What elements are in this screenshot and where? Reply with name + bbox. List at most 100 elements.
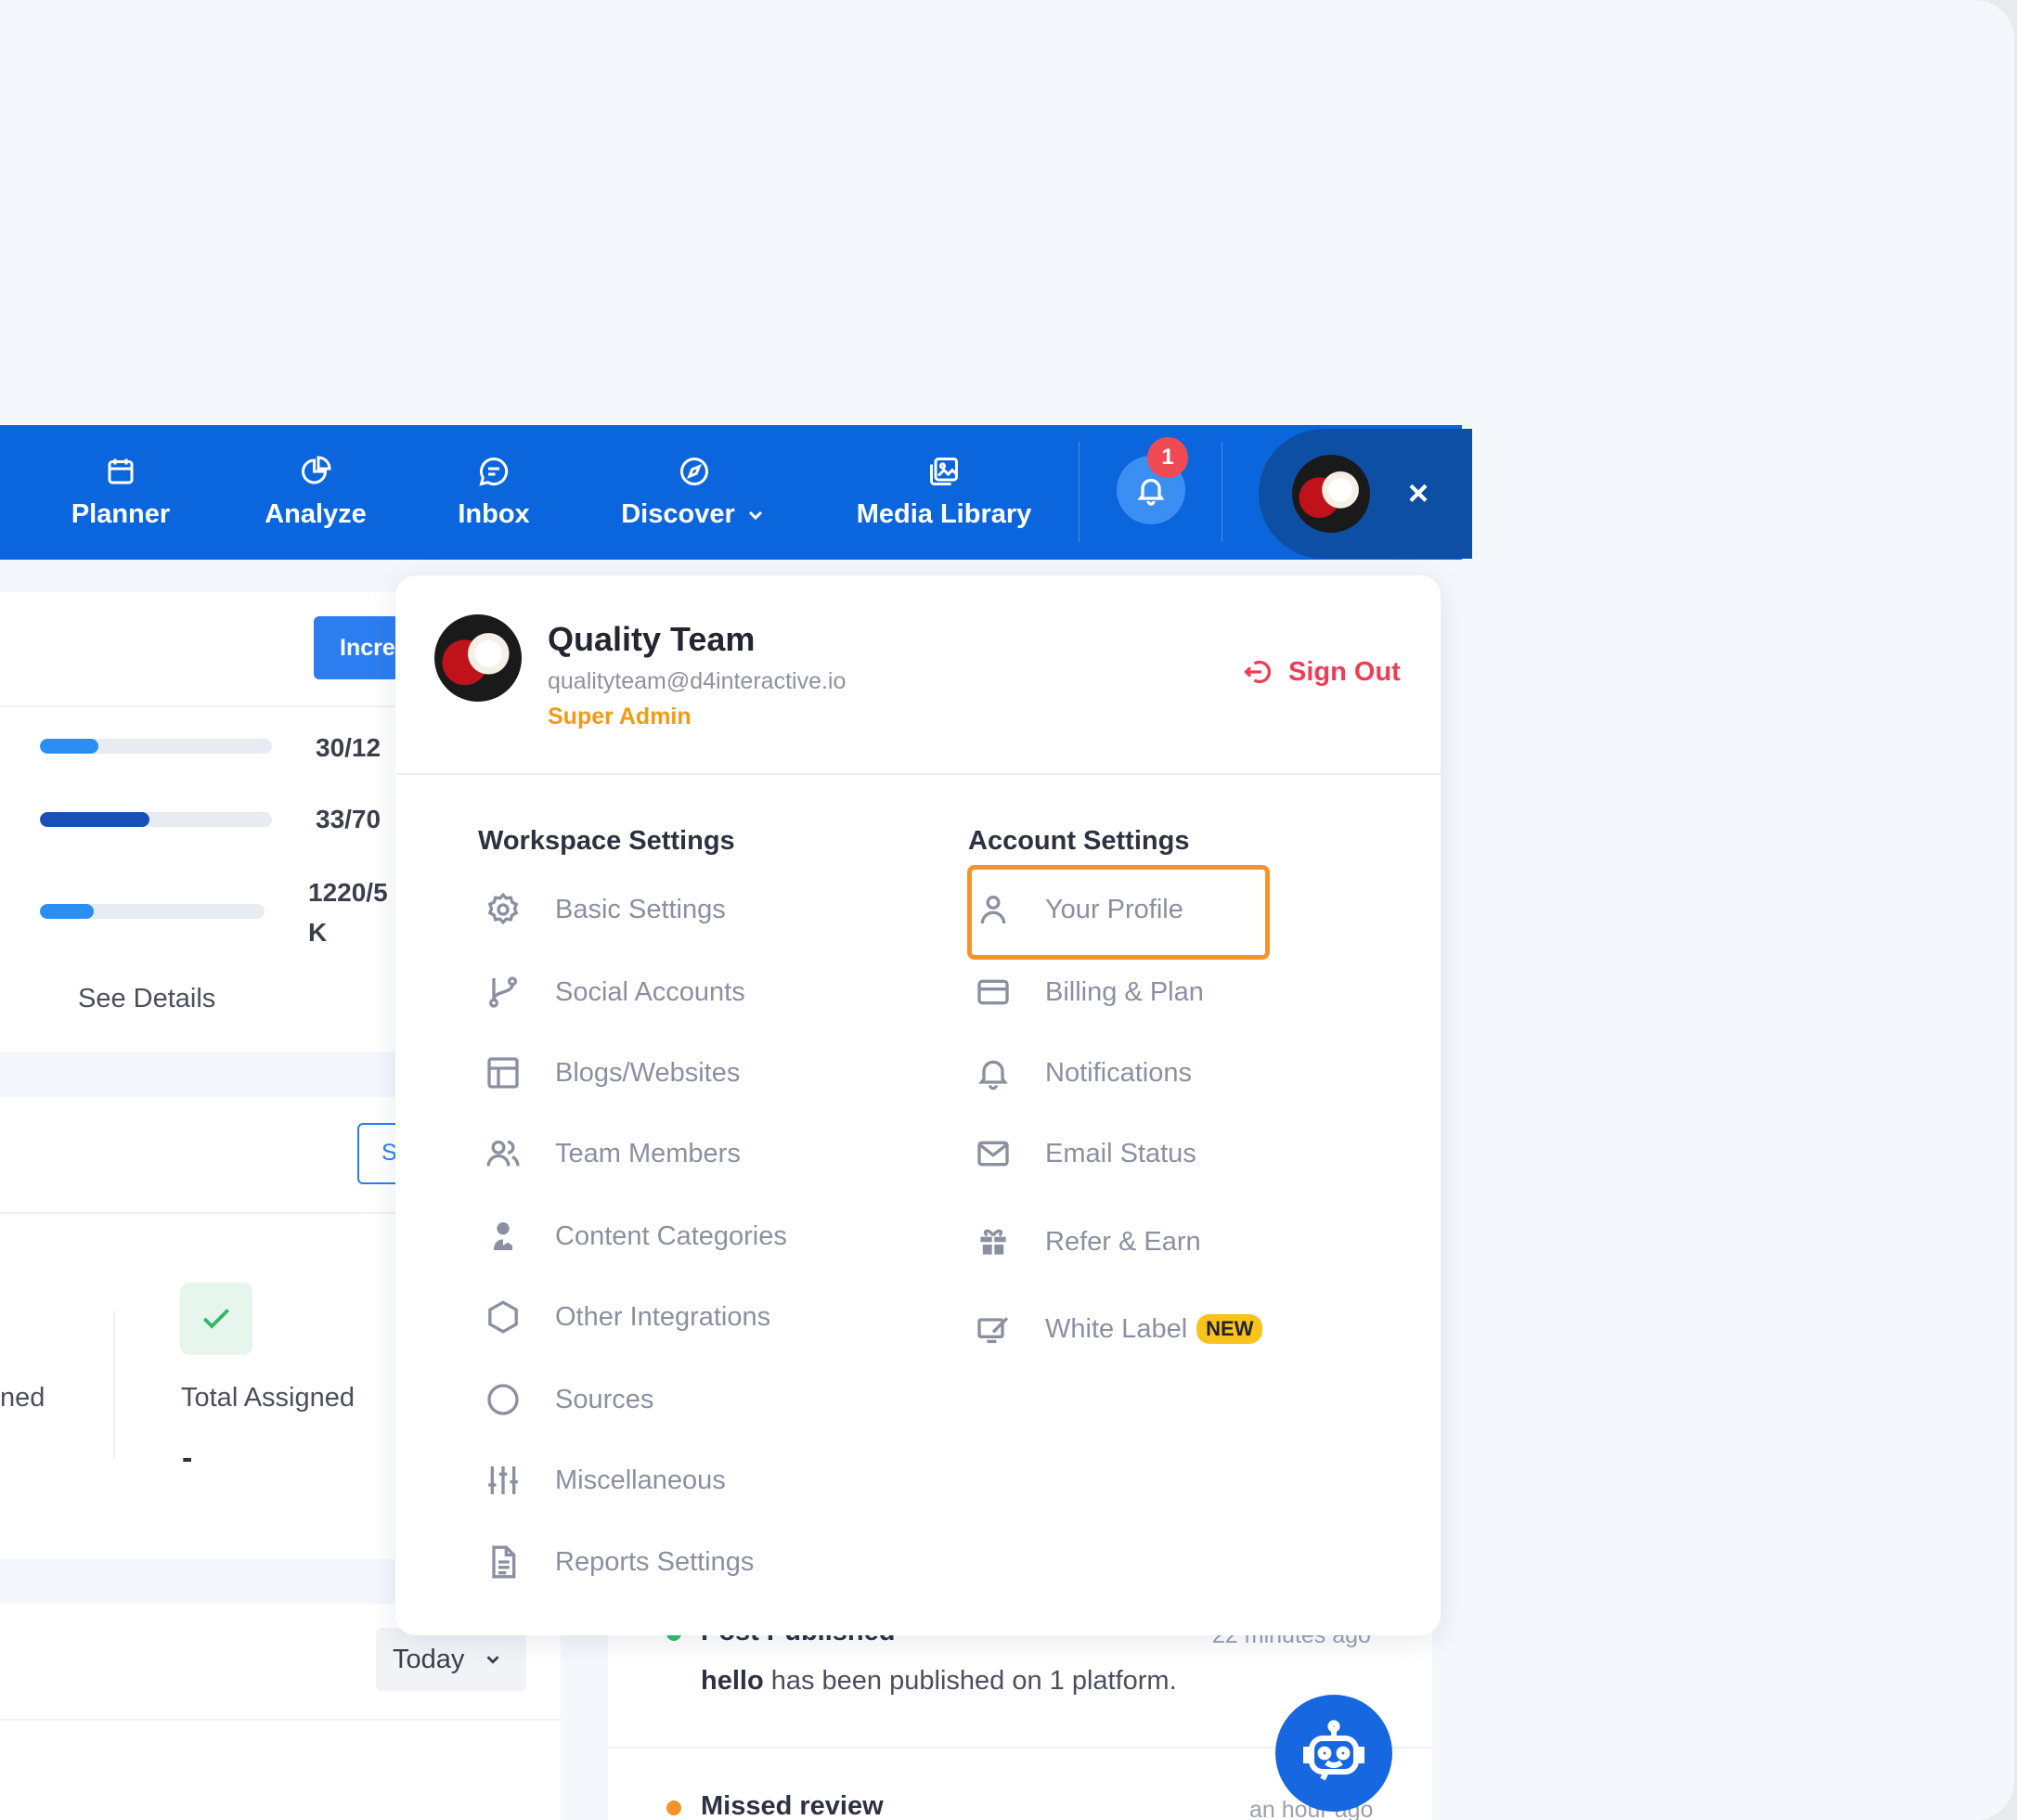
menu-miscellaneous-label: Miscellaneous	[555, 1465, 726, 1495]
layout-icon	[487, 1057, 519, 1089]
menu-sources-label: Sources	[555, 1384, 654, 1414]
activity-dot-2	[666, 1801, 681, 1815]
nav-inbox-label: Inbox	[458, 499, 530, 529]
menu-social-accounts[interactable]: Social Accounts	[485, 974, 745, 1011]
activity-desc-1-text: has been published on 1 platform.	[770, 1666, 1177, 1696]
workspace-settings-title: Workspace Settings	[478, 826, 735, 856]
nav-planner-label: Planner	[71, 499, 171, 529]
usage-bar-3	[40, 904, 265, 919]
menu-your-profile[interactable]: Your Profile	[975, 891, 1183, 928]
profile-avatar	[434, 614, 522, 702]
bell-icon	[1137, 478, 1165, 506]
menu-notifications[interactable]: Notifications	[975, 1054, 1192, 1091]
mail-icon	[977, 1141, 1009, 1167]
sign-out-label: Sign Out	[1288, 656, 1401, 687]
chevron-down-icon	[486, 1656, 499, 1664]
chatbot-button[interactable]	[1275, 1695, 1392, 1812]
menu-basic-settings[interactable]: Basic Settings	[485, 891, 726, 928]
nav-separator	[1079, 442, 1080, 542]
menu-team-members[interactable]: Team Members	[485, 1135, 741, 1172]
usage-value-2: 33/70	[316, 805, 381, 833]
account-settings-title: Account Settings	[968, 826, 1190, 856]
branch-icon	[489, 976, 517, 1008]
hexagon-icon	[488, 1300, 518, 1334]
nav-analyze[interactable]: Analyze	[251, 425, 381, 560]
divider	[113, 1310, 115, 1459]
gift-icon	[977, 1229, 1009, 1258]
usage-bar-fill-3	[40, 904, 95, 919]
notification-count-badge: 1	[1147, 437, 1188, 478]
menu-email-status[interactable]: Email Status	[975, 1135, 1196, 1172]
nav-analyze-label: Analyze	[265, 499, 367, 529]
usage-bar-fill-2	[40, 812, 149, 827]
user-icon	[980, 896, 1006, 924]
nav-media-library-label: Media Library	[856, 499, 1032, 529]
chevron-down-icon	[748, 510, 762, 520]
nav-planner[interactable]: Planner	[56, 425, 186, 560]
menu-billing-plan[interactable]: Billing & Plan	[975, 974, 1204, 1011]
menu-white-label[interactable]: White Label NEW	[975, 1310, 1263, 1348]
divider	[0, 1719, 561, 1721]
assigned-partial-label: ned	[0, 1383, 45, 1413]
new-badge: NEW	[1196, 1314, 1263, 1344]
see-details-link[interactable]: See Details	[78, 984, 215, 1014]
users-icon	[486, 1140, 520, 1167]
circle-icon	[487, 1384, 519, 1415]
check-icon	[180, 1283, 252, 1355]
gear-icon	[487, 892, 519, 925]
app-frame: Incre 30/12 33/70 1220/5 K See Details S…	[0, 0, 2014, 1820]
close-icon[interactable]: ×	[1394, 470, 1442, 518]
nav-media-library[interactable]: Media Library	[847, 425, 1041, 560]
total-assigned-label: Total Assigned	[181, 1383, 356, 1413]
nav-inbox[interactable]: Inbox	[429, 425, 559, 560]
menu-miscellaneous[interactable]: Miscellaneous	[485, 1462, 726, 1499]
sign-out-button[interactable]: Sign Out	[1242, 655, 1401, 689]
profile-header: Quality Team qualityteam@d4interactive.i…	[395, 575, 1441, 775]
chat-icon	[479, 457, 509, 486]
menu-refer-earn-label: Refer & Earn	[1045, 1226, 1201, 1257]
usage-value-1: 30/12	[316, 733, 381, 762]
usage-bar-fill-1	[40, 739, 98, 754]
bell-icon	[978, 1060, 1008, 1091]
menu-reports-settings[interactable]: Reports Settings	[485, 1543, 754, 1581]
profile-role: Super Admin	[548, 703, 692, 729]
menu-social-accounts-label: Social Accounts	[555, 976, 745, 1007]
menu-other-integrations[interactable]: Other Integrations	[485, 1298, 770, 1336]
document-icon	[492, 1545, 516, 1579]
today-select-value: Today	[393, 1644, 465, 1674]
usage-value-3: 1220/5	[308, 878, 388, 907]
category-icon	[494, 1222, 512, 1250]
menu-your-profile-label: Your Profile	[1045, 894, 1183, 924]
avatar	[1292, 455, 1370, 533]
menu-basic-settings-label: Basic Settings	[555, 894, 726, 924]
compass-icon	[679, 458, 708, 485]
profile-name: Quality Team	[548, 620, 756, 658]
credit-card-icon	[977, 979, 1009, 1005]
sliders-icon	[488, 1466, 518, 1494]
nav-discover[interactable]: Discover	[613, 425, 775, 560]
pie-chart-icon	[302, 456, 331, 484]
menu-billing-plan-label: Billing & Plan	[1045, 976, 1204, 1007]
profile-menu-toggle[interactable]: ×	[1259, 429, 1472, 559]
nav-discover-label: Discover	[621, 499, 735, 529]
menu-refer-earn[interactable]: Refer & Earn	[975, 1223, 1201, 1260]
menu-other-integrations-label: Other Integrations	[555, 1301, 771, 1332]
divider	[0, 1212, 408, 1214]
robot-icon	[1303, 1720, 1364, 1781]
menu-team-members-label: Team Members	[555, 1138, 741, 1168]
activity-desc-1: hello has been published on 1 platform.	[701, 1666, 1177, 1697]
total-assigned-value: -	[182, 1440, 193, 1476]
today-select[interactable]: Today	[376, 1628, 526, 1691]
top-navigation-bar: Planner Analyze Inbox Discover Media Lib…	[0, 425, 1472, 560]
menu-content-categories[interactable]: Content Categories	[485, 1218, 787, 1255]
menu-blogs-websites-label: Blogs/Websites	[555, 1057, 741, 1088]
divider	[0, 705, 408, 707]
menu-sources[interactable]: Sources	[485, 1381, 653, 1418]
usage-bar-1	[40, 739, 272, 754]
menu-reports-settings-label: Reports Settings	[555, 1546, 755, 1577]
profile-dropdown: Quality Team qualityteam@d4interactive.i…	[395, 575, 1441, 1635]
menu-white-label-label: White Label	[1045, 1313, 1188, 1344]
menu-content-categories-label: Content Categories	[555, 1220, 787, 1251]
menu-blogs-websites[interactable]: Blogs/Websites	[485, 1054, 740, 1091]
nav-discover-label-wrap: Discover	[621, 499, 767, 530]
